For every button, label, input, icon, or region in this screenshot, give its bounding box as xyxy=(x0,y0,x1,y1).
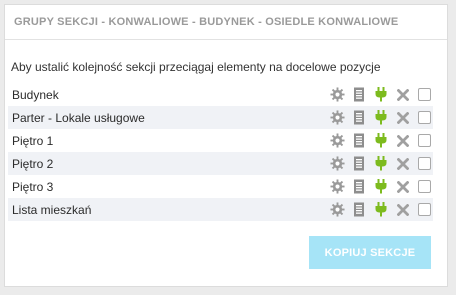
panel-header: GRUPY SEKCJI - KONWALIOWE - BUDYNEK - OS… xyxy=(5,5,447,40)
plug-icon[interactable] xyxy=(370,84,392,106)
gear-icon[interactable] xyxy=(326,130,348,152)
section-label: Piętro 2 xyxy=(12,156,54,171)
document-icon[interactable] xyxy=(348,153,370,175)
row-actions xyxy=(326,176,433,198)
section-checkbox[interactable] xyxy=(418,111,431,124)
row-actions xyxy=(326,199,433,221)
document-icon[interactable] xyxy=(348,199,370,221)
document-icon[interactable] xyxy=(348,107,370,129)
gear-icon[interactable] xyxy=(326,199,348,221)
section-label: Parter - Lokale usługowe xyxy=(12,110,145,125)
row-actions xyxy=(326,84,433,106)
section-row[interactable]: Budynek xyxy=(8,83,433,106)
close-icon[interactable] xyxy=(392,153,414,175)
section-label: Piętro 3 xyxy=(12,179,54,194)
close-icon[interactable] xyxy=(392,176,414,198)
section-checkbox[interactable] xyxy=(418,203,431,216)
row-actions xyxy=(326,153,433,175)
plug-icon[interactable] xyxy=(370,107,392,129)
section-row[interactable]: Lista mieszkań xyxy=(8,198,433,221)
gear-icon[interactable] xyxy=(326,84,348,106)
section-checkbox[interactable] xyxy=(418,157,431,170)
row-actions xyxy=(326,130,433,152)
copy-sections-button[interactable]: KOPIUJ SEKCJE xyxy=(309,236,431,269)
section-label: Piętro 1 xyxy=(12,133,54,148)
plug-icon[interactable] xyxy=(370,130,392,152)
gear-icon[interactable] xyxy=(326,153,348,175)
section-checkbox[interactable] xyxy=(418,180,431,193)
gear-icon[interactable] xyxy=(326,176,348,198)
row-actions xyxy=(326,107,433,129)
plug-icon[interactable] xyxy=(370,176,392,198)
panel-title: GRUPY SEKCJI - KONWALIOWE - BUDYNEK - OS… xyxy=(14,16,399,28)
close-icon[interactable] xyxy=(392,107,414,129)
section-row[interactable]: Piętro 1 xyxy=(8,129,433,152)
plug-icon[interactable] xyxy=(370,199,392,221)
plug-icon[interactable] xyxy=(370,153,392,175)
close-icon[interactable] xyxy=(392,84,414,106)
section-label: Budynek xyxy=(12,87,59,102)
section-row[interactable]: Parter - Lokale usługowe xyxy=(8,106,433,129)
gear-icon[interactable] xyxy=(326,107,348,129)
document-icon[interactable] xyxy=(348,84,370,106)
document-icon[interactable] xyxy=(348,130,370,152)
instruction-text: Aby ustalić kolejność sekcji przeciągaj … xyxy=(11,60,381,74)
section-checkbox[interactable] xyxy=(418,88,431,101)
close-icon[interactable] xyxy=(392,199,414,221)
section-label: Lista mieszkań xyxy=(12,202,92,217)
section-list: Budynek Parter - Lokale usługowe Piętro 1 P… xyxy=(8,83,433,221)
section-row[interactable]: Piętro 2 xyxy=(8,152,433,175)
document-icon[interactable] xyxy=(348,176,370,198)
section-checkbox[interactable] xyxy=(418,134,431,147)
close-icon[interactable] xyxy=(392,130,414,152)
section-row[interactable]: Piętro 3 xyxy=(8,175,433,198)
